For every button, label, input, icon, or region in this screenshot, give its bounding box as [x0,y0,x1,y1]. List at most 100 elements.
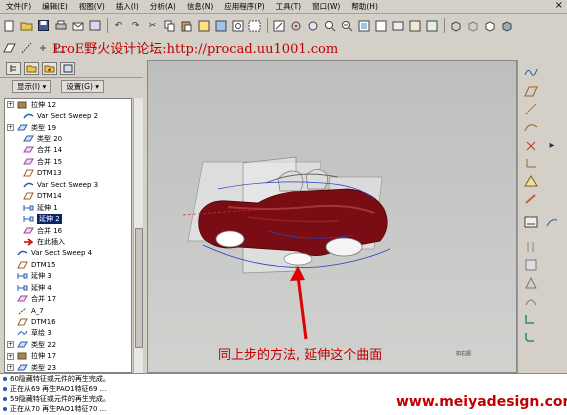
tree-item[interactable]: 合并 15 [5,156,131,167]
tree-item[interactable]: 在此插入 [5,236,131,247]
tree-item[interactable]: 类型 20 [5,133,131,144]
datum-point-tool-icon[interactable] [524,138,538,152]
round-tool-icon[interactable] [524,312,538,326]
undo-icon[interactable]: ↶ [111,18,126,33]
spin-center-icon[interactable] [288,18,303,33]
extrude-tool-icon[interactable] [524,192,538,206]
zoom-out-icon[interactable] [339,18,354,33]
tree-item[interactable]: 延伸 1 [5,202,131,213]
datum-coordinate-icon[interactable] [524,156,538,170]
zoom-in-icon[interactable] [322,18,337,33]
view-manager-icon[interactable] [424,18,439,33]
sketched-curve-icon[interactable] [524,66,538,80]
menu-help[interactable]: 帮助(H) [351,1,378,12]
expand-toggle-icon[interactable]: + [7,352,14,360]
tree-item[interactable]: + 类型 19 [5,122,131,133]
regenerate-icon[interactable] [196,18,211,33]
menu-file[interactable]: 文件(F) [6,1,31,12]
shell-tool-icon[interactable] [524,258,538,272]
repaint-icon[interactable] [271,18,286,33]
menu-view[interactable]: 视图(V) [79,1,105,12]
tree-item[interactable]: 合并 14 [5,145,131,156]
tree-item[interactable]: A_7 [5,305,131,316]
tree-item[interactable]: Var Sect Sweep 4 [5,248,131,259]
chamfer-tool-icon[interactable] [524,330,538,344]
tab-folder-browser[interactable] [24,62,39,75]
shading-icon[interactable] [499,18,514,33]
tree-item[interactable]: DTM16 [5,316,131,327]
menu-info[interactable]: 信息(N) [187,1,213,12]
rib-tool-icon[interactable] [524,276,538,290]
orient-mode-icon[interactable] [305,18,320,33]
tab-connections[interactable] [60,62,75,75]
datum-plane-display-icon[interactable] [2,41,17,56]
tree-item[interactable]: + 类型 23 [5,362,131,372]
tree-scrollbar[interactable] [133,98,143,373]
expand-toggle-icon[interactable]: + [7,101,14,109]
scrollbar-thumb[interactable] [135,228,143,348]
tree-item-selected[interactable]: 延伸 2 [5,213,131,225]
redo-icon[interactable]: ↷ [128,18,143,33]
hole-tool-icon[interactable] [524,240,538,254]
paste-icon[interactable] [179,18,194,33]
tree-item[interactable]: + 类型 22 [5,339,131,350]
window-close-icon[interactable]: × [555,0,563,11]
copy-icon[interactable] [162,18,177,33]
tree-item[interactable]: DTM13 [5,168,131,179]
datum-point-display-icon[interactable] [36,41,51,56]
menu-analysis[interactable]: 分析(A) [150,1,176,12]
datum-axis-tool-icon[interactable] [524,102,538,116]
layers-icon[interactable] [407,18,422,33]
email-icon[interactable] [70,18,85,33]
datum-plane-tool-icon[interactable] [524,84,538,98]
tree-item[interactable]: Var Sect Sweep 3 [5,179,131,190]
tree-item[interactable]: 延伸 4 [5,282,131,293]
settings-dropdown[interactable]: 设置(G) ▾ [61,79,105,93]
sweep-tool-icon[interactable] [545,215,559,229]
draft-tool-icon[interactable] [524,294,538,308]
sketch-icon [17,329,28,337]
menu-insert[interactable]: 插入(I) [116,1,139,12]
tree-item[interactable]: + 拉伸 17 [5,351,131,362]
no-hidden-icon[interactable] [482,18,497,33]
tab-model-tree[interactable] [6,62,21,75]
tree-item[interactable]: 合并 17 [5,293,131,304]
select-box-icon[interactable] [247,18,262,33]
model-tree-icon[interactable] [213,18,228,33]
tree-item[interactable]: Var Sect Sweep 2 [5,110,131,121]
expand-toggle-icon[interactable]: + [7,364,14,372]
tree-item[interactable]: DTM15 [5,259,131,270]
graphics-viewport[interactable]: 如右图 [147,60,517,373]
tree-item[interactable]: 延伸 3 [5,271,131,282]
send-icon[interactable] [87,18,102,33]
menu-applications[interactable]: 应用程序(P) [224,1,264,12]
expand-toggle-icon[interactable]: + [7,341,14,349]
tool-menu-arrow-icon[interactable]: ▸ [545,138,559,152]
revolve-tool-icon[interactable] [524,215,538,229]
tree-item[interactable]: 草绘 3 [5,328,131,339]
wireframe-icon[interactable] [448,18,463,33]
open-folder-icon[interactable] [19,18,34,33]
menu-edit[interactable]: 编辑(E) [42,1,68,12]
tree-item[interactable]: DTM14 [5,191,131,202]
new-file-icon[interactable] [2,18,17,33]
save-icon[interactable] [36,18,51,33]
insert-here-icon [23,238,34,246]
datum-axis-display-icon[interactable] [19,41,34,56]
hidden-line-icon[interactable] [465,18,480,33]
tree-item[interactable]: 合并 16 [5,225,131,236]
analysis-feature-icon[interactable] [524,174,538,188]
cut-icon[interactable]: ✂ [145,18,160,33]
display-dropdown[interactable]: 显示(I) ▾ [12,79,52,93]
tree-item[interactable]: + 拉伸 12 [5,99,131,110]
datum-curve-tool-icon[interactable] [524,120,538,134]
menu-tools[interactable]: 工具(T) [276,1,301,12]
reorient-icon[interactable] [373,18,388,33]
print-icon[interactable] [53,18,68,33]
tab-favorites[interactable] [42,62,57,75]
find-icon[interactable] [230,18,245,33]
expand-toggle-icon[interactable]: + [7,124,14,132]
menu-window[interactable]: 窗口(W) [312,1,340,12]
refit-icon[interactable] [356,18,371,33]
saved-views-icon[interactable] [390,18,405,33]
